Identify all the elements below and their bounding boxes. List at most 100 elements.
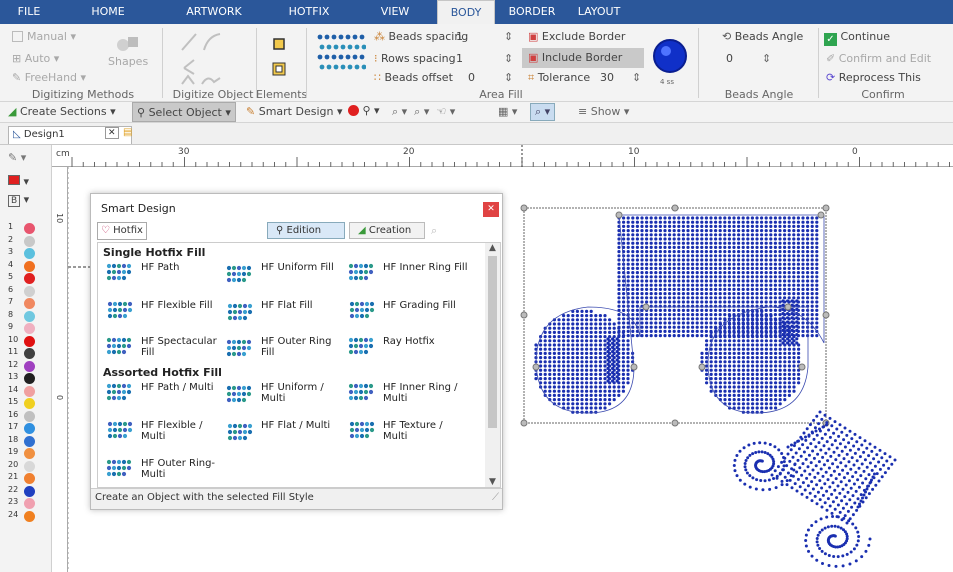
smart-design-label: Smart Design: [258, 105, 334, 118]
bead-fill-preview-icon[interactable]: [316, 32, 366, 76]
palette-color-8[interactable]: 8: [8, 310, 35, 323]
continue-button[interactable]: ✓ Continue: [824, 30, 890, 46]
resize-grip-icon[interactable]: ⟋: [492, 492, 499, 503]
scroll-design-beads[interactable]: [732, 410, 897, 568]
spin-icon[interactable]: ⇕: [632, 71, 641, 84]
freehand-label: FreeHand: [24, 71, 78, 84]
palette-color-11[interactable]: 11: [8, 347, 35, 360]
tolerance-value: 30: [600, 71, 614, 84]
tab-border[interactable]: BORDER: [503, 0, 561, 24]
blue-gem-icon[interactable]: [652, 38, 688, 74]
select-object-button[interactable]: ⚲ Select Object ▾: [132, 102, 236, 122]
scroll-down-icon[interactable]: ▼: [485, 477, 500, 487]
manual-option[interactable]: Manual ▾: [12, 30, 76, 43]
creation-button[interactable]: ◢ Creation: [349, 222, 425, 239]
spin-icon[interactable]: ⇕: [504, 52, 513, 65]
beads-angle-input[interactable]: 0 ⇕: [726, 52, 796, 65]
color-bead-icon: [24, 498, 35, 509]
palette-number: 2: [8, 234, 14, 244]
beads-spacing-input[interactable]: 1 ⇕: [456, 30, 516, 43]
palette-number: 15: [8, 397, 19, 406]
zoom-tools[interactable]: ⌕ ▾ ⌕ ▾ ☜ ▾: [392, 105, 455, 119]
top-ruler: cm 30 20 10 0: [52, 145, 953, 167]
spin-icon[interactable]: ⇕: [504, 71, 513, 84]
smart-design-button[interactable]: ✎ Smart Design ▾: [246, 105, 343, 118]
menu-bar: FILE HOME ARTWORK HOTFIX VIEW BODY BORDE…: [0, 0, 953, 24]
tab-artwork[interactable]: ARTWORK: [180, 0, 248, 24]
fill-style-icon: [349, 421, 375, 439]
status-text: Create an Object with the selected Fill …: [95, 492, 314, 503]
beads-offset-input[interactable]: 0 ⇕: [468, 71, 516, 84]
beads-offset-value: 0: [468, 71, 475, 84]
show-button[interactable]: ≡ Show ▾: [578, 105, 629, 118]
palette-color-16[interactable]: 16: [8, 410, 35, 423]
shapes-button[interactable]: Shapes: [108, 34, 148, 68]
close-tab-icon[interactable]: ✕: [105, 127, 119, 139]
palette-color-7[interactable]: 7: [8, 297, 35, 310]
pen-tool[interactable]: ✎ ▾: [8, 151, 26, 164]
tab-view[interactable]: VIEW: [375, 0, 415, 24]
color-bead-icon: [24, 510, 35, 522]
edition-button[interactable]: ⚲ Edition: [267, 222, 345, 239]
tolerance-input[interactable]: 30 ⇕: [600, 71, 644, 84]
tab-home[interactable]: HOME: [84, 0, 132, 24]
palette-color-22[interactable]: 22: [8, 485, 35, 498]
confirm-edit-button[interactable]: ✐ Confirm and Edit: [826, 52, 931, 65]
fill-style-label: HF Texture / Multi: [383, 420, 443, 442]
scroll-up-icon[interactable]: ▲: [485, 243, 500, 253]
palette-color-19[interactable]: 19: [8, 447, 35, 460]
freehand-option[interactable]: ✎ FreeHand ▾: [12, 71, 86, 84]
palette-color-14[interactable]: 14: [8, 385, 35, 398]
dialog-scrollbar[interactable]: ▲ ▼: [485, 243, 500, 487]
palette-color-20[interactable]: 20: [8, 460, 35, 473]
bead-tool-button[interactable]: ⚲ ▾: [348, 104, 380, 117]
tab-layout[interactable]: LAYOUT: [570, 0, 628, 24]
spin-icon[interactable]: ⇕: [762, 52, 771, 65]
element-frame-icon[interactable]: [272, 62, 286, 76]
reprocess-button[interactable]: ⟳ Reprocess This: [826, 71, 921, 84]
palette-color-17[interactable]: 17: [8, 422, 35, 435]
spin-icon[interactable]: ⇕: [504, 30, 513, 43]
fill-style-label: HF Flat Fill: [261, 300, 313, 311]
palette-color-24[interactable]: 24: [8, 510, 35, 523]
rows-spacing-input[interactable]: 1 ⇕: [456, 52, 516, 65]
tab-file[interactable]: FILE: [12, 0, 46, 24]
create-sections-button[interactable]: ◢ Create Sections ▾: [8, 105, 116, 118]
palette-color-9[interactable]: 9: [8, 322, 35, 335]
new-tab-icon[interactable]: ▤: [123, 127, 132, 138]
rows-spacing-label: Rows spacing: [381, 52, 456, 65]
group-label-digitize-object: Digitize Object: [172, 88, 254, 101]
scroll-thumb[interactable]: [488, 256, 497, 428]
palette-color-12[interactable]: 12: [8, 360, 35, 373]
palette-color-5[interactable]: 5: [8, 272, 35, 285]
b-tool[interactable]: B ▾: [8, 193, 29, 207]
palette-color-1[interactable]: 1: [8, 222, 35, 235]
palette-color-2[interactable]: 2: [8, 234, 35, 248]
grid-button[interactable]: ▦ ▾: [498, 105, 517, 118]
bead-color-tool[interactable]: ▾: [8, 175, 29, 188]
include-border-button[interactable]: ▣ Include Border: [522, 48, 644, 68]
palette-color-6[interactable]: 6: [8, 285, 35, 298]
palette-color-21[interactable]: 21: [8, 472, 35, 485]
palette-color-18[interactable]: 18: [8, 435, 35, 448]
music-note-beads[interactable]: [520, 204, 830, 427]
auto-option[interactable]: ⊞ Auto ▾: [12, 52, 59, 65]
palette-color-15[interactable]: 15: [8, 397, 35, 410]
palette-color-13[interactable]: 13: [8, 372, 35, 385]
dialog-list: [97, 242, 501, 488]
design-tab[interactable]: ◺ Design1 ✕ ▤: [8, 126, 132, 144]
element-rect-icon[interactable]: [272, 37, 286, 51]
tab-body[interactable]: BODY: [437, 0, 495, 24]
zoom-fit-button[interactable]: ⌕ ▾: [530, 103, 556, 121]
hotfix-tab[interactable]: ♡ Hotfix: [97, 222, 147, 240]
palette-color-10[interactable]: 10: [8, 335, 35, 348]
dialog-close-button[interactable]: ✕: [483, 202, 499, 217]
dialog-extra-icon[interactable]: ⌕: [431, 224, 437, 238]
fill-style-label: HF Grading Fill: [383, 300, 456, 311]
tab-hotfix[interactable]: HOTFIX: [283, 0, 335, 24]
hotfix-tab-icon: ♡: [101, 225, 110, 236]
palette-color-4[interactable]: 4: [8, 260, 35, 273]
exclude-border-button[interactable]: ▣ Exclude Border: [528, 30, 625, 43]
palette-color-23[interactable]: 23: [8, 497, 35, 510]
palette-color-3[interactable]: 3: [8, 247, 35, 260]
